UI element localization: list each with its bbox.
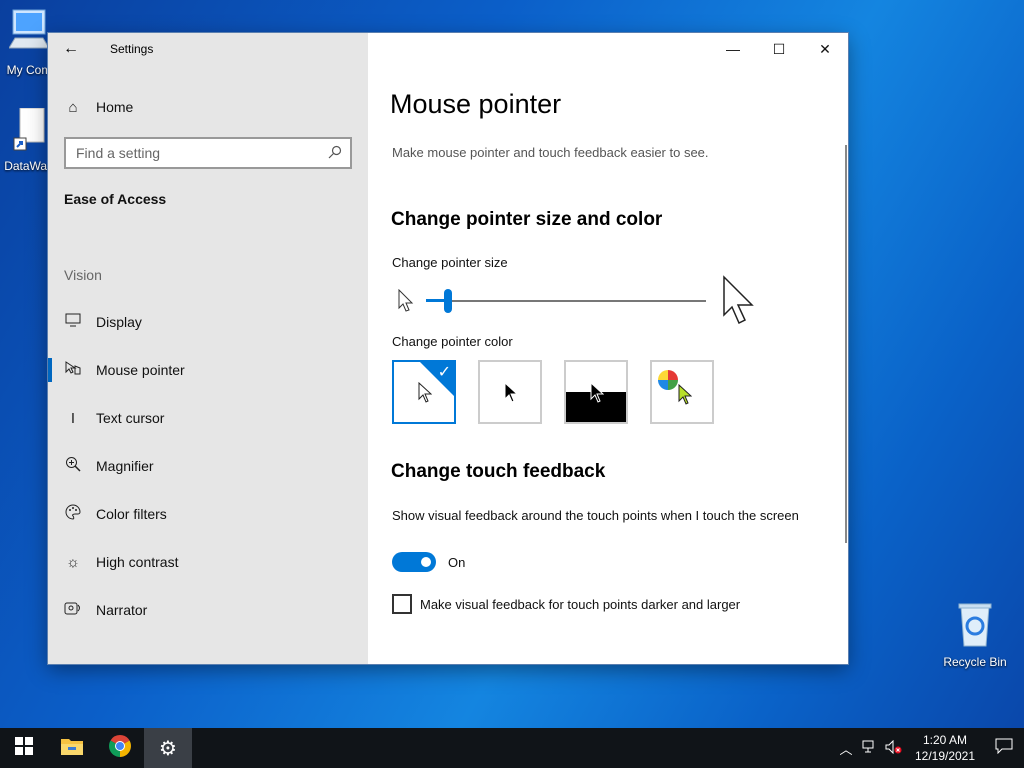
pointer-color-white[interactable]: ✓ (392, 360, 456, 424)
sidebar-item-magnifier[interactable]: Magnifier (48, 442, 368, 490)
sidebar-item-high-contrast[interactable]: ☼ High contrast (48, 538, 368, 586)
category-title: Ease of Access (64, 191, 167, 207)
sidebar-item-label: Display (96, 314, 142, 330)
system-tray: ︿ 1:20 AM 12/19/2021 (834, 728, 1024, 768)
palette-icon (48, 504, 96, 524)
sidebar-item-display[interactable]: Display (48, 298, 368, 346)
notifications-button[interactable] (984, 738, 1024, 759)
sidebar-item-label: Magnifier (96, 458, 154, 474)
color-wheel-icon (658, 370, 678, 395)
sidebar-item-color-filters[interactable]: Color filters (48, 490, 368, 538)
large-pointer-icon (722, 275, 756, 332)
search-input[interactable] (76, 145, 328, 161)
chrome-button[interactable] (96, 728, 144, 768)
darker-feedback-label: Make visual feedback for touch points da… (420, 596, 741, 612)
darker-feedback-row: Make visual feedback for touch points da… (392, 594, 740, 614)
minimize-icon: — (726, 41, 740, 57)
desktop-icon-recycle-bin[interactable]: Recycle Bin (940, 602, 1010, 669)
settings-taskbar-button[interactable]: ⚙ (144, 728, 192, 768)
sidebar-item-mouse-pointer[interactable]: Mouse pointer (48, 346, 368, 394)
visual-feedback-label: Show visual feedback around the touch po… (392, 508, 799, 523)
sidebar-item-label: Mouse pointer (96, 362, 185, 378)
scrollbar[interactable] (845, 145, 847, 543)
volume-muted-icon[interactable] (882, 739, 906, 757)
white-pointer-icon (418, 381, 433, 409)
black-pointer-icon (504, 381, 519, 409)
sidebar-item-text-cursor[interactable]: I Text cursor (48, 394, 368, 442)
maximize-button[interactable]: ☐ (756, 33, 802, 65)
folder-icon (60, 736, 84, 761)
taskbar: ⚙ ︿ 1:20 AM 12/19/2021 (0, 728, 1024, 768)
gear-icon: ⚙ (159, 737, 177, 760)
sidebar-item-label: Narrator (96, 602, 148, 618)
sidebar-item-label: High contrast (96, 554, 179, 570)
narrator-icon (48, 600, 96, 620)
sidebar-item-label: Color filters (96, 506, 167, 522)
custom-pointer-icon (678, 383, 693, 411)
pointer-color-label: Change pointer color (392, 334, 513, 349)
network-icon[interactable] (858, 740, 882, 757)
monitor-icon (48, 313, 96, 331)
file-explorer-button[interactable] (48, 728, 96, 768)
pointer-size-label: Change pointer size (392, 255, 508, 270)
inverted-pointer-icon (590, 381, 605, 409)
clock[interactable]: 1:20 AM 12/19/2021 (906, 732, 984, 764)
sidebar-item-narrator[interactable]: Narrator (48, 586, 368, 634)
page-title: Mouse pointer (390, 89, 562, 119)
titlebar-left: ← Settings (48, 33, 368, 65)
start-button[interactable] (0, 728, 48, 768)
close-button[interactable]: ✕ (802, 33, 848, 65)
recycle-bin-icon (940, 602, 1010, 651)
sidebar-item-label: Text cursor (96, 410, 165, 426)
home-icon: ⌂ (68, 98, 78, 116)
section-heading-size-color: Change pointer size and color (391, 209, 663, 230)
content-pane: — ☐ ✕ Mouse pointer Make mouse pointer a… (368, 33, 848, 664)
pointer-color-black[interactable] (478, 360, 542, 424)
contrast-icon: ☼ (66, 553, 80, 571)
back-arrow-icon: ← (63, 40, 79, 57)
clock-date: 12/19/2021 (914, 749, 976, 763)
maximize-icon: ☐ (772, 40, 786, 57)
text-cursor-icon: I (70, 409, 76, 427)
pointer-color-custom[interactable] (650, 360, 714, 424)
pointer-size-slider[interactable] (392, 275, 772, 333)
settings-window: ← Settings ⌂ Home Ease of Access Vision … (48, 33, 848, 664)
pointer-hand-icon (48, 360, 96, 380)
clock-time: 1:20 AM (922, 733, 968, 747)
group-label-vision: Vision (64, 267, 102, 283)
magnifier-icon (48, 456, 96, 476)
search-box (64, 137, 352, 169)
visual-feedback-toggle-row: On (392, 552, 465, 572)
slider-thumb[interactable] (444, 289, 453, 313)
windows-logo-icon (15, 736, 33, 760)
toggle-state-label: On (448, 554, 466, 570)
app-title: Settings (110, 42, 154, 56)
section-heading-touch-feedback: Change touch feedback (391, 461, 606, 482)
pointer-color-inverted[interactable] (564, 360, 628, 424)
sidebar-item-label: Home (96, 99, 134, 115)
desktop-icon-label: Recycle Bin (943, 655, 1007, 669)
chevron-up-icon[interactable]: ︿ (834, 739, 858, 758)
page-description: Make mouse pointer and touch feedback ea… (392, 145, 709, 160)
checkmark-icon: ✓ (437, 364, 451, 381)
slider-track[interactable] (426, 300, 706, 302)
minimize-button[interactable]: — (710, 33, 756, 65)
sidebar-item-home[interactable]: ⌂ Home (48, 89, 368, 125)
window-controls: — ☐ ✕ (710, 33, 848, 65)
sidebar: ← Settings ⌂ Home Ease of Access Vision … (48, 33, 368, 664)
notification-icon (995, 738, 1013, 759)
back-button[interactable]: ← (48, 33, 94, 65)
sidebar-nav: Display Mouse pointer I Text cursor Magn… (48, 298, 368, 634)
pointer-color-options: ✓ (392, 360, 714, 424)
darker-feedback-checkbox[interactable] (392, 594, 412, 614)
small-pointer-icon (398, 288, 414, 318)
visual-feedback-toggle[interactable] (392, 552, 436, 572)
close-icon: ✕ (819, 40, 831, 57)
search-icon[interactable] (328, 145, 342, 162)
chrome-icon (108, 734, 132, 763)
